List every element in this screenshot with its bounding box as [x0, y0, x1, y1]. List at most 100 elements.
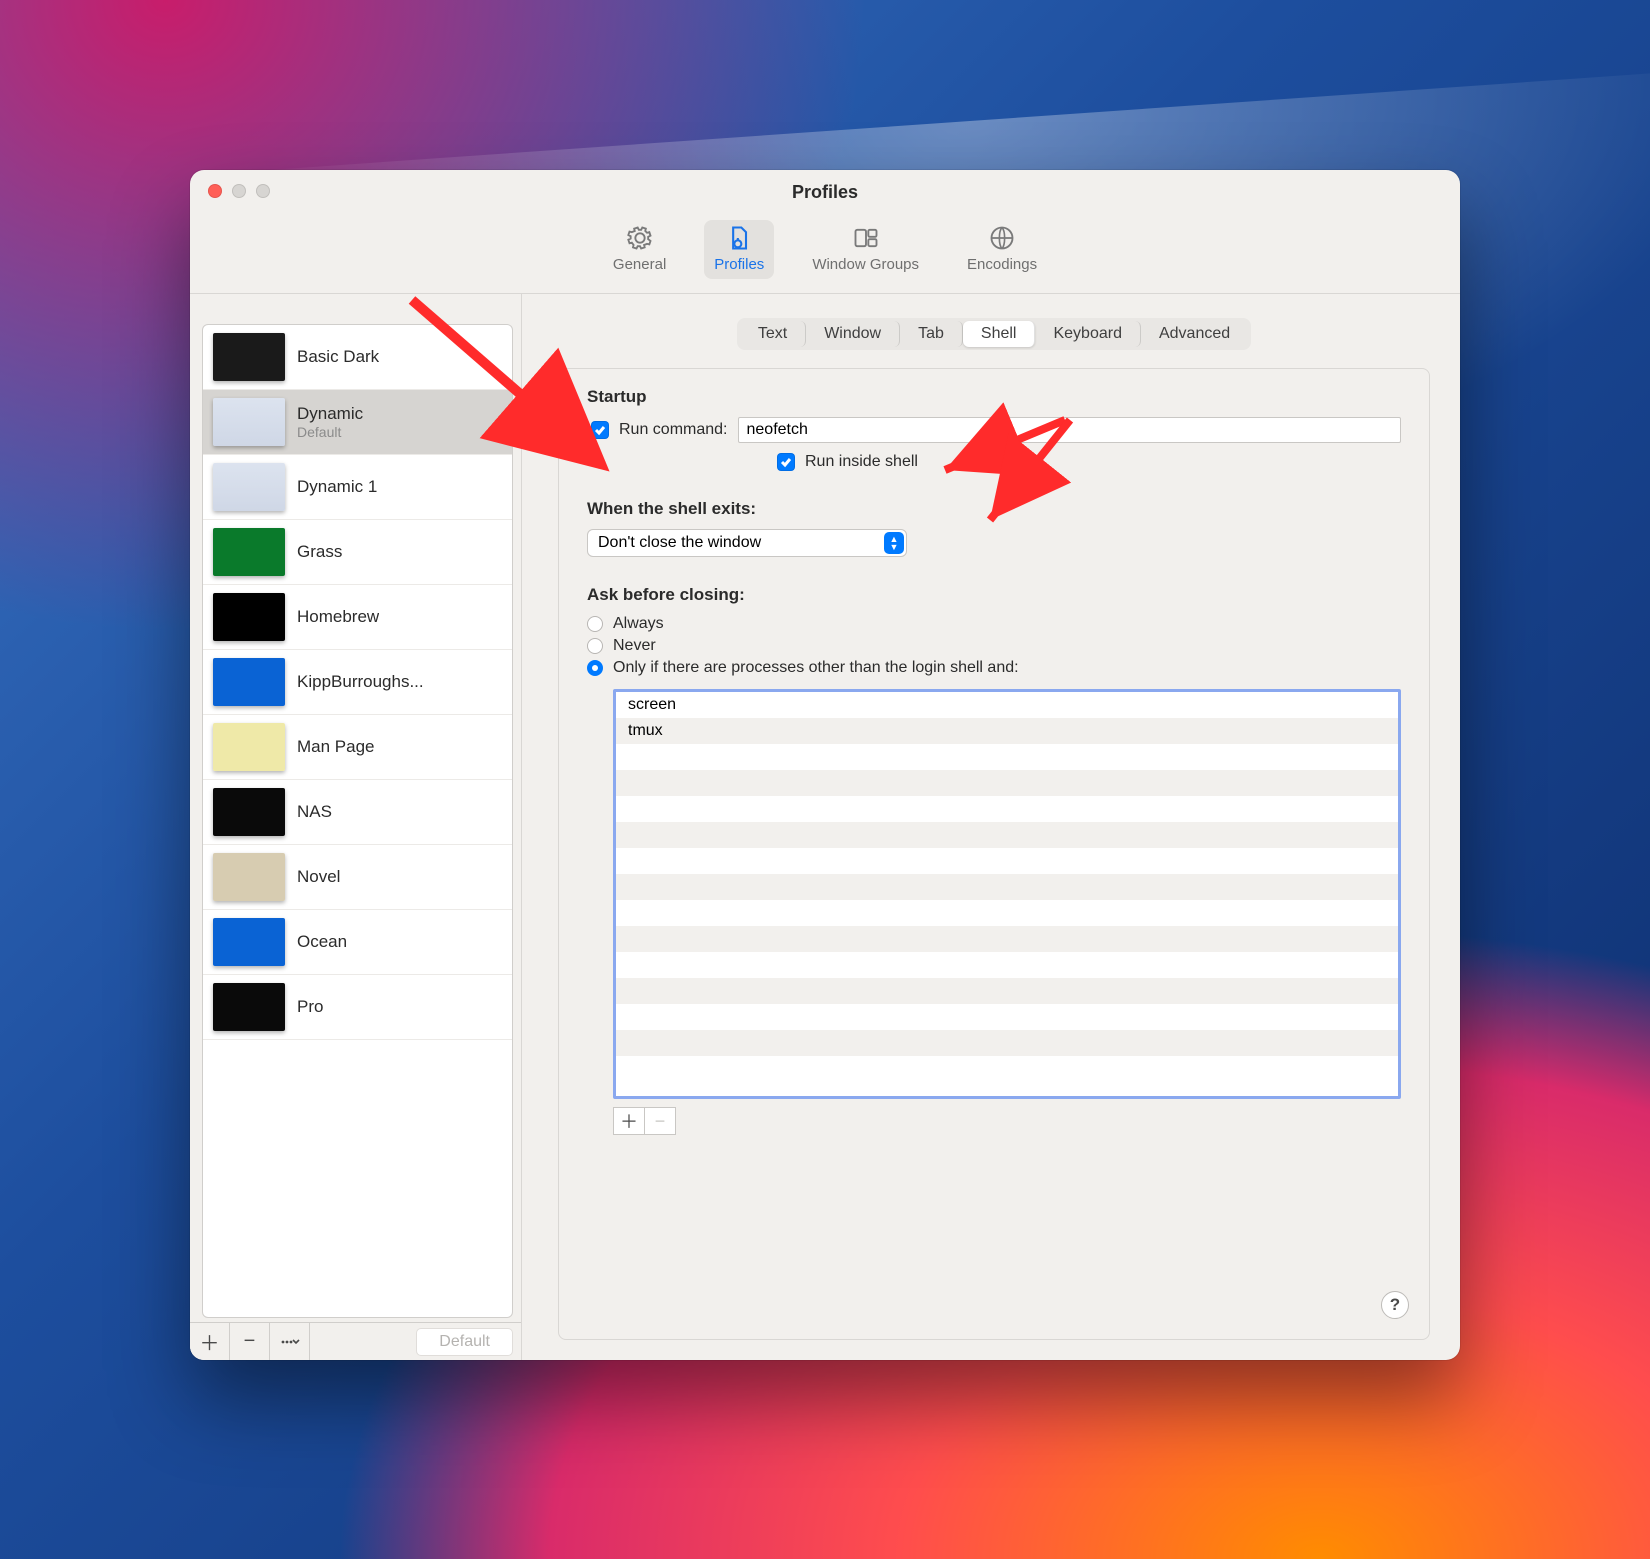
add-process-button[interactable]: ＋: [613, 1107, 645, 1135]
profile-thumbnail: [213, 918, 285, 966]
profile-thumbnail: [213, 463, 285, 511]
ask-onlyif-label: Only if there are processes other than t…: [613, 659, 1019, 677]
startup-heading: Startup: [587, 387, 1401, 407]
process-row[interactable]: tmux: [616, 718, 1398, 744]
profile-row[interactable]: NAS: [203, 780, 512, 845]
profile-row[interactable]: Pro: [203, 975, 512, 1040]
ask-never-radio[interactable]: [587, 638, 603, 654]
tab-tab[interactable]: Tab: [900, 321, 963, 347]
process-row[interactable]: [616, 770, 1398, 796]
set-default-button[interactable]: Default: [416, 1328, 513, 1356]
checkmark-icon: [594, 424, 606, 436]
shell-exit-popup[interactable]: Don't close the window ▲▼: [587, 529, 907, 557]
profile-thumbnail: [213, 593, 285, 641]
run-command-checkbox[interactable]: [591, 421, 609, 439]
toolbar-encodings[interactable]: Encodings: [957, 220, 1047, 279]
gear-icon: [626, 224, 654, 252]
profile-row[interactable]: Man Page: [203, 715, 512, 780]
run-command-label: Run command:: [619, 421, 728, 439]
run-inside-shell-checkbox[interactable]: [777, 453, 795, 471]
profile-thumbnail: [213, 853, 285, 901]
profile-section-tabs: TextWindowTabShellKeyboardAdvanced: [737, 318, 1251, 350]
profile-thumbnail: [213, 333, 285, 381]
window-title: Profiles: [190, 182, 1460, 203]
process-row[interactable]: [616, 744, 1398, 770]
process-row[interactable]: [616, 952, 1398, 978]
process-row[interactable]: [616, 822, 1398, 848]
profile-name: Dynamic: [297, 404, 363, 424]
add-profile-button[interactable]: ＋: [190, 1323, 230, 1360]
preferences-window: Profiles General Profiles Window Groups …: [190, 170, 1460, 1360]
profile-name: Dynamic 1: [297, 477, 377, 497]
popup-arrows-icon: ▲▼: [884, 532, 904, 554]
profile-row[interactable]: KippBurroughs...: [203, 650, 512, 715]
profile-row[interactable]: Dynamic 1: [203, 455, 512, 520]
run-command-field[interactable]: [738, 417, 1402, 443]
profile-name: Man Page: [297, 737, 375, 757]
shell-pane: Startup Run command: Run inside shell Wh…: [558, 368, 1430, 1340]
ask-always-label: Always: [613, 615, 664, 633]
profile-thumbnail: [213, 723, 285, 771]
help-button[interactable]: ?: [1381, 1291, 1409, 1319]
window-body: Basic DarkDynamicDefaultDynamic 1GrassHo…: [190, 294, 1460, 1360]
profile-row[interactable]: Novel: [203, 845, 512, 910]
process-buttons: ＋ −: [613, 1107, 1401, 1135]
profile-thumbnail: [213, 398, 285, 446]
process-row[interactable]: [616, 874, 1398, 900]
process-row[interactable]: screen: [616, 692, 1398, 718]
process-row[interactable]: [616, 978, 1398, 1004]
zoom-window-button[interactable]: [256, 184, 270, 198]
close-window-button[interactable]: [208, 184, 222, 198]
profile-name: Pro: [297, 997, 323, 1017]
window-controls: [208, 184, 270, 198]
process-row[interactable]: [616, 1004, 1398, 1030]
ask-onlyif-radio[interactable]: [587, 660, 603, 676]
profile-name: Homebrew: [297, 607, 379, 627]
titlebar: Profiles: [190, 170, 1460, 216]
tab-window[interactable]: Window: [806, 321, 900, 347]
profile-name: NAS: [297, 802, 332, 822]
ask-before-closing-heading: Ask before closing:: [587, 585, 1401, 605]
profile-actions-menu[interactable]: [270, 1323, 310, 1360]
remove-profile-button[interactable]: −: [230, 1323, 270, 1360]
toolbar-window-groups[interactable]: Window Groups: [802, 220, 929, 279]
profile-row[interactable]: DynamicDefault: [203, 390, 512, 455]
tab-text[interactable]: Text: [740, 321, 806, 347]
tab-advanced[interactable]: Advanced: [1141, 321, 1248, 347]
process-row[interactable]: [616, 926, 1398, 952]
process-row[interactable]: [616, 1030, 1398, 1056]
process-list[interactable]: screentmux: [613, 689, 1401, 1099]
tab-shell[interactable]: Shell: [963, 321, 1036, 347]
process-row[interactable]: [616, 900, 1398, 926]
checkmark-icon: [780, 456, 792, 468]
shell-exit-heading: When the shell exits:: [587, 499, 1401, 519]
preferences-toolbar: General Profiles Window Groups Encodings: [190, 216, 1460, 294]
profile-row[interactable]: Basic Dark: [203, 325, 512, 390]
profile-row[interactable]: Ocean: [203, 910, 512, 975]
profile-list[interactable]: Basic Dark DynamicDefault Dynamic 1 Grass Ho…: [202, 324, 513, 1318]
process-row[interactable]: [616, 848, 1398, 874]
profile-thumbnail: [213, 528, 285, 576]
minimize-window-button[interactable]: [232, 184, 246, 198]
ask-never-label: Never: [613, 637, 656, 655]
process-row[interactable]: [616, 796, 1398, 822]
toolbar-general[interactable]: General: [603, 220, 676, 279]
sidebar-footer: ＋ − Default: [190, 1322, 521, 1360]
profile-thumbnail: [213, 658, 285, 706]
globe-icon: [988, 224, 1016, 252]
toolbar-profiles[interactable]: Profiles: [704, 220, 774, 279]
toolbar-profiles-label: Profiles: [714, 256, 764, 273]
tab-keyboard[interactable]: Keyboard: [1035, 321, 1141, 347]
toolbar-window-groups-label: Window Groups: [812, 256, 919, 273]
profile-content: TextWindowTabShellKeyboardAdvanced Start…: [522, 294, 1460, 1360]
remove-process-button[interactable]: −: [644, 1107, 676, 1135]
process-row[interactable]: [616, 1056, 1398, 1082]
profile-thumbnail: [213, 788, 285, 836]
ask-always-radio[interactable]: [587, 616, 603, 632]
profile-name: Basic Dark: [297, 347, 379, 367]
profile-name: Grass: [297, 542, 342, 562]
profile-row[interactable]: Grass: [203, 520, 512, 585]
profile-name: Ocean: [297, 932, 347, 952]
profile-row[interactable]: Homebrew: [203, 585, 512, 650]
shell-exit-value: Don't close the window: [598, 534, 761, 552]
